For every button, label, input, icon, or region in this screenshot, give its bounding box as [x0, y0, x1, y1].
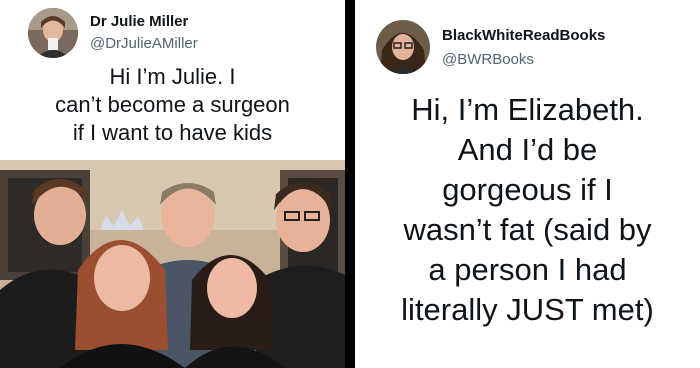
avatar-image: [28, 8, 78, 58]
right-text-line: wasn’t fat (said by: [403, 212, 652, 247]
left-handle[interactable]: @DrJulieAMiller: [90, 35, 198, 52]
left-tweet-text: Hi I’m Julie. I can’t become a surgeon i…: [0, 63, 345, 147]
family-photo[interactable]: [0, 160, 345, 368]
right-text-line: a person I had: [428, 252, 627, 287]
left-display-name[interactable]: Dr Julie Miller: [90, 13, 188, 30]
right-text-line: literally JUST met): [401, 292, 654, 327]
left-text-line: can’t become a surgeon: [55, 92, 290, 117]
avatar-image: [376, 20, 430, 74]
left-tweet-card: Dr Julie Miller @DrJulieAMiller Hi I’m J…: [0, 0, 345, 368]
left-text-line: Hi I’m Julie. I: [109, 64, 236, 89]
right-text-line: And I’d be: [457, 132, 598, 167]
right-avatar[interactable]: [376, 20, 430, 74]
right-text-line: gorgeous if I: [442, 172, 613, 207]
left-text-line: if I want to have kids: [72, 120, 273, 145]
right-text-line: Hi, I’m Elizabeth.: [411, 92, 644, 127]
family-photo-image: [0, 160, 345, 368]
right-display-name[interactable]: BlackWhiteReadBooks: [442, 27, 605, 44]
right-handle[interactable]: @BWRBooks: [442, 51, 534, 68]
left-avatar[interactable]: [28, 8, 78, 58]
right-tweet-text: Hi, I’m Elizabeth. And I’d be gorgeous i…: [355, 90, 700, 330]
